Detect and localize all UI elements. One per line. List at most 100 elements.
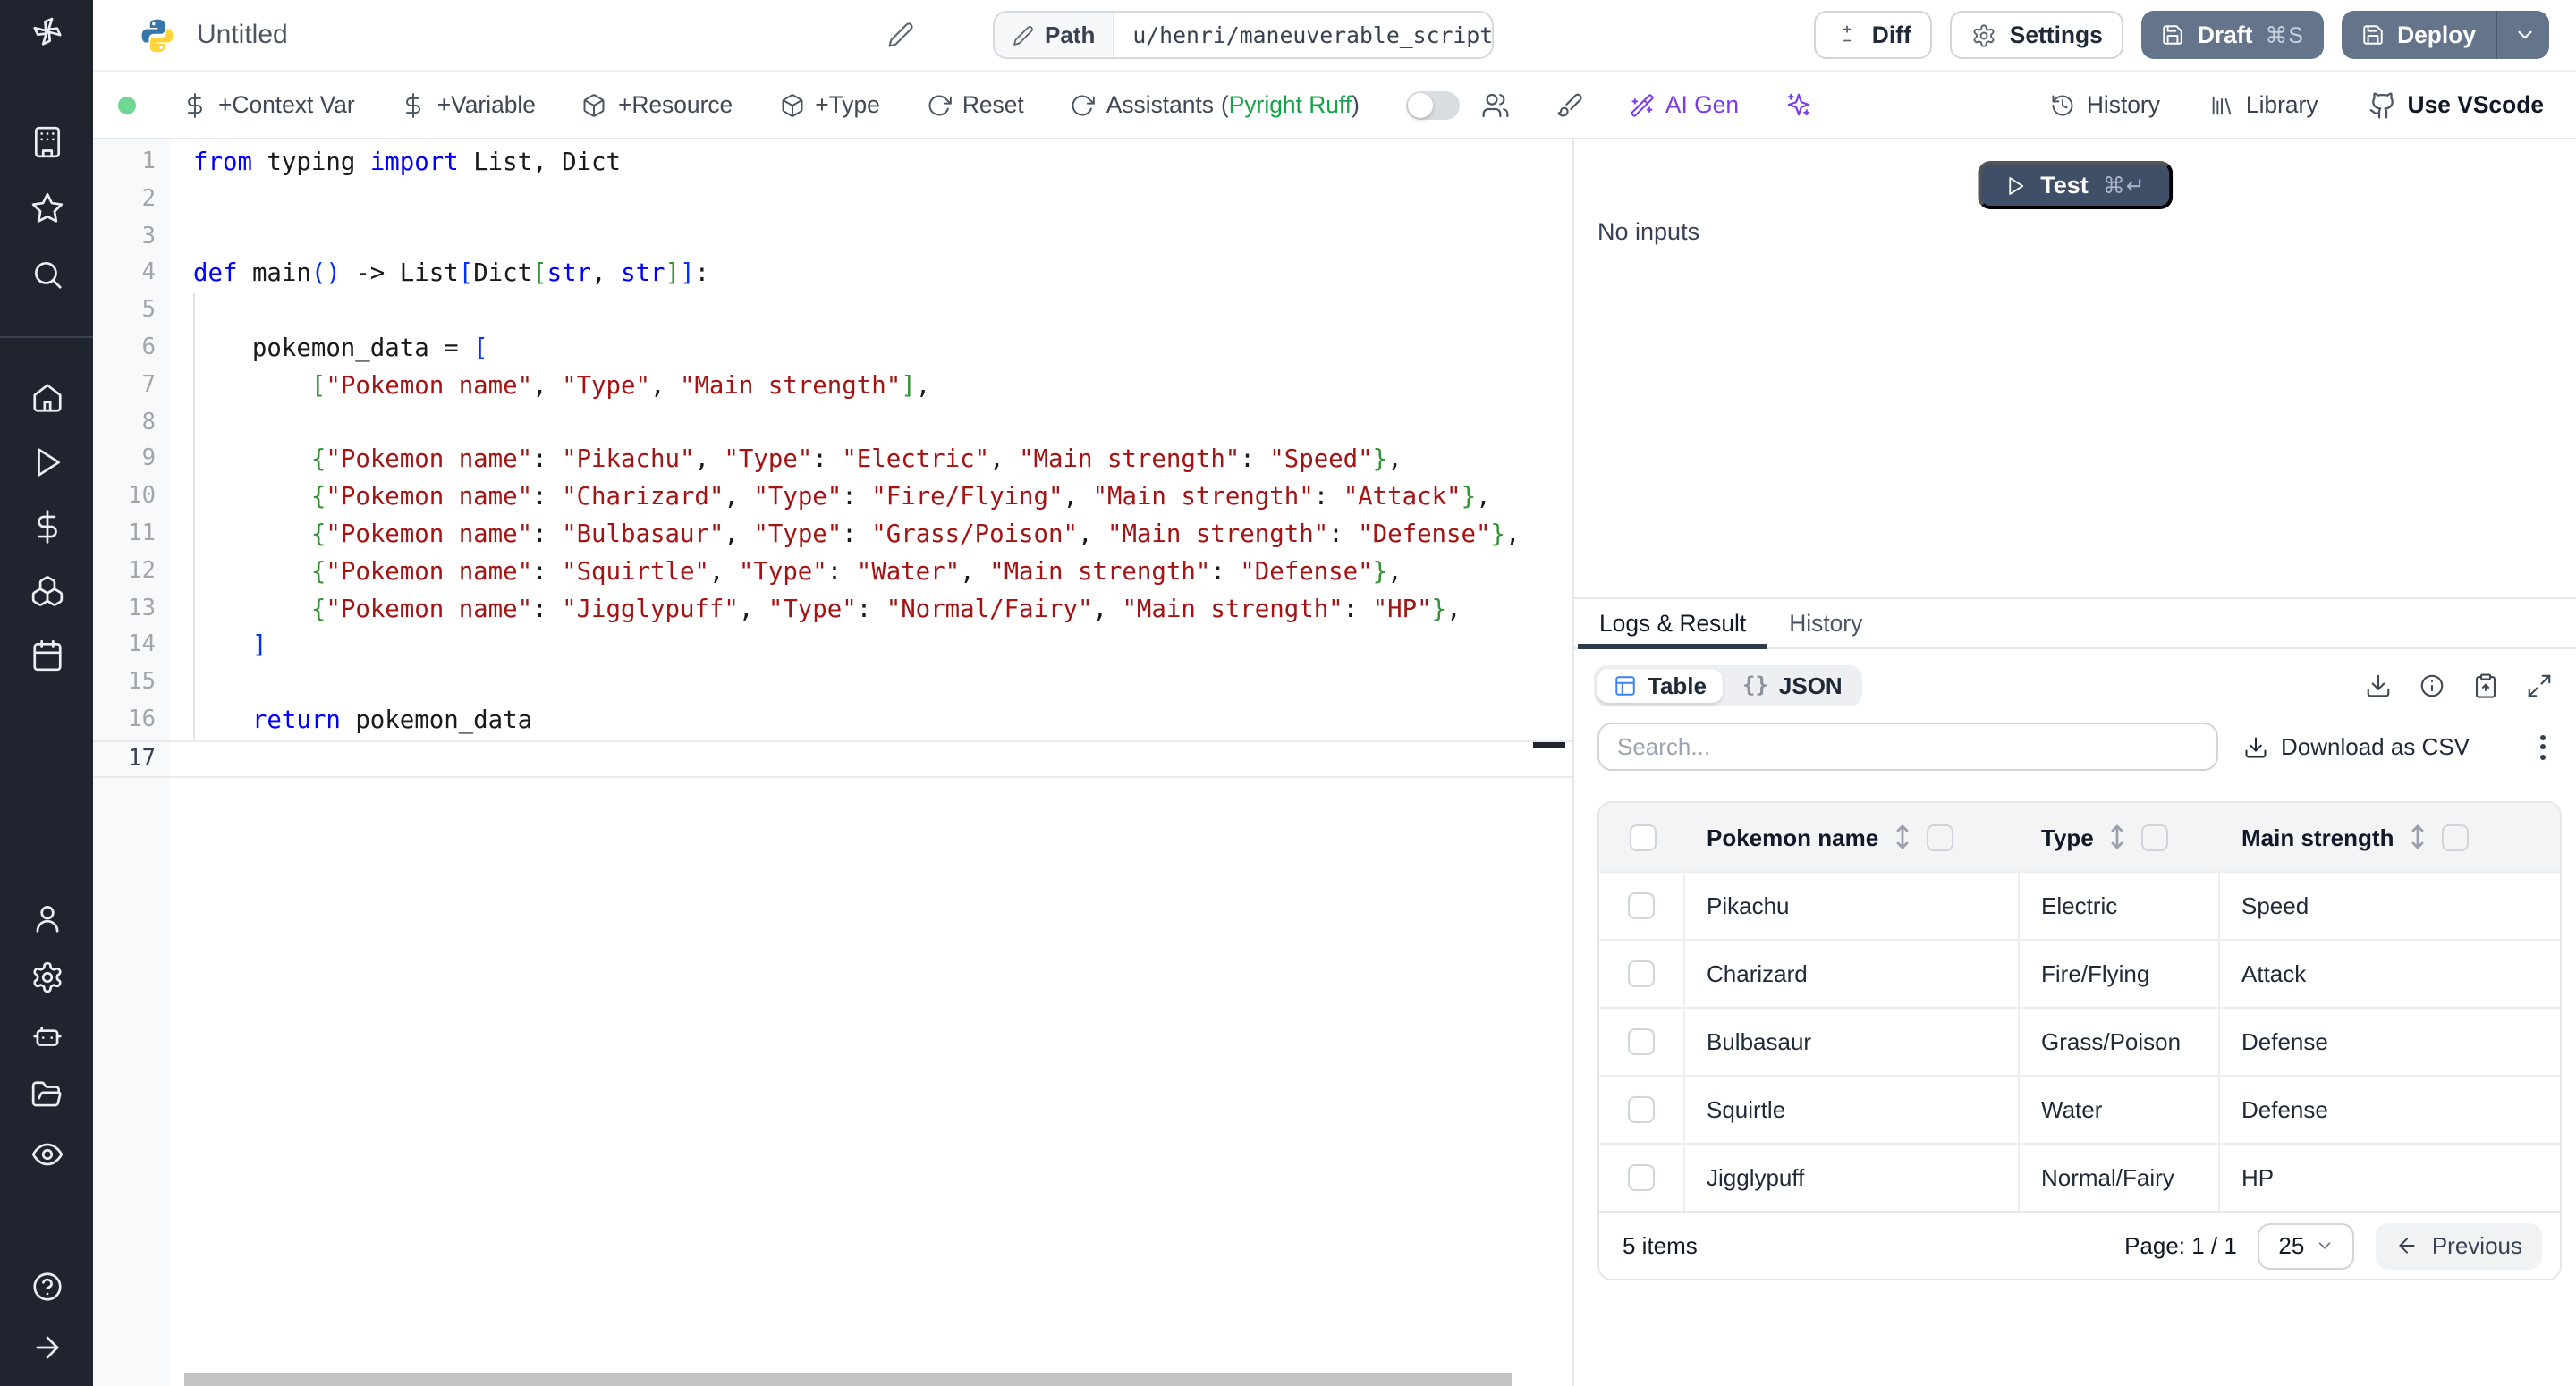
- code-line[interactable]: 3: [93, 219, 1572, 257]
- script-path-field[interactable]: Path u/henri/maneuverable_script: [993, 11, 1494, 59]
- column-filter-box[interactable]: [2142, 824, 2169, 850]
- code-line[interactable]: 5: [93, 293, 1572, 331]
- assistants-button[interactable]: Assistants (Pyright Ruff): [1071, 91, 1360, 118]
- code-line[interactable]: 4def main() -> List[Dict[str, str]]:: [93, 257, 1572, 294]
- multiplayer-toggle[interactable]: [1406, 90, 1460, 119]
- schedules-calendar-icon[interactable]: [30, 638, 64, 672]
- select-all-checkbox[interactable]: [1629, 824, 1656, 850]
- sort-arrows-icon[interactable]: [1893, 824, 1912, 849]
- row-checkbox[interactable]: [1628, 1096, 1655, 1123]
- code-line[interactable]: 15: [93, 665, 1572, 703]
- info-icon[interactable]: [2419, 672, 2445, 698]
- row-checkbox[interactable]: [1628, 1028, 1655, 1055]
- multiplayer-users-icon[interactable]: [1481, 90, 1510, 119]
- reset-button[interactable]: Reset: [927, 91, 1024, 118]
- folders-icon[interactable]: [30, 1078, 64, 1112]
- table-cell: Defense: [2220, 1077, 2560, 1143]
- tab-logs-result[interactable]: Logs & Result: [1578, 599, 1767, 647]
- search-input[interactable]: [1597, 723, 2218, 771]
- code-line[interactable]: 14 ]: [93, 629, 1572, 666]
- column-filter-box[interactable]: [1927, 824, 1953, 850]
- package-icon: [582, 92, 607, 117]
- path-pencil-icon: [1013, 24, 1034, 46]
- sort-arrows-icon[interactable]: [2408, 824, 2428, 849]
- expand-icon[interactable]: [2526, 672, 2553, 698]
- add-type-button[interactable]: +Type: [779, 91, 880, 118]
- code-line[interactable]: 2: [93, 182, 1572, 220]
- download-csv-button[interactable]: Download as CSV: [2243, 733, 2470, 760]
- resources-cubes-icon[interactable]: [30, 574, 64, 608]
- table-menu-kebab-icon[interactable]: [2533, 727, 2553, 766]
- sort-arrows-icon[interactable]: [2108, 824, 2128, 849]
- library-button[interactable]: Library: [2210, 91, 2318, 118]
- view-json-option[interactable]: {} JSON: [1726, 668, 1859, 702]
- row-checkbox[interactable]: [1628, 960, 1655, 987]
- code-line[interactable]: 16 return pokemon_data: [93, 703, 1572, 740]
- editor-toolbar: +Context Var +Variable +Resource +Type R…: [93, 72, 2576, 139]
- code-line[interactable]: 6 pokemon_data = [: [93, 331, 1572, 368]
- page-indicator: Page: 1 / 1: [2124, 1232, 2237, 1259]
- diff-button[interactable]: Diff: [1815, 11, 1933, 59]
- library-icon: [2210, 92, 2235, 117]
- previous-page-button[interactable]: Previous: [2377, 1222, 2542, 1269]
- page-size-select[interactable]: 25: [2258, 1222, 2355, 1269]
- add-context-var-button[interactable]: +Context Var: [182, 91, 355, 118]
- runs-play-icon[interactable]: [30, 445, 64, 479]
- variables-dollar-icon[interactable]: [30, 510, 64, 544]
- add-resource-button[interactable]: +Resource: [582, 91, 733, 118]
- column-filter-box[interactable]: [2442, 824, 2469, 850]
- draft-button[interactable]: Draft ⌘S: [2142, 11, 2324, 59]
- code-line[interactable]: 13 {"Pokemon name": "Jigglypuff", "Type"…: [93, 591, 1572, 629]
- workspace-icon[interactable]: [30, 125, 64, 159]
- view-table-option[interactable]: Table: [1597, 668, 1723, 702]
- code-line[interactable]: 10 {"Pokemon name": "Charizard", "Type":…: [93, 479, 1572, 517]
- user-icon[interactable]: [30, 901, 64, 935]
- collapse-arrow-icon[interactable]: [30, 1331, 64, 1365]
- add-variable-button[interactable]: +Variable: [402, 91, 536, 118]
- code-line[interactable]: 1from typing import List, Dict: [93, 145, 1572, 182]
- table-cell: Water: [2020, 1077, 2220, 1143]
- settings-gear-icon[interactable]: [30, 960, 64, 994]
- history-clock-icon: [2051, 92, 2076, 117]
- line-number: 10: [93, 479, 156, 517]
- home-icon[interactable]: [30, 381, 64, 415]
- deploy-dropdown-chevron-icon[interactable]: [2513, 23, 2537, 46]
- table-cell: Pikachu: [1685, 873, 2020, 939]
- search-icon[interactable]: [30, 258, 64, 292]
- format-brush-icon[interactable]: [1556, 91, 1583, 118]
- code-line[interactable]: 17: [93, 740, 1572, 778]
- result-table: Pokemon nameTypeMain strength PikachuEle…: [1597, 801, 2562, 1280]
- use-vscode-button[interactable]: Use VScode: [2368, 90, 2544, 119]
- audit-eye-icon[interactable]: [30, 1137, 64, 1171]
- history-button[interactable]: History: [2051, 91, 2160, 118]
- row-checkbox[interactable]: [1628, 892, 1655, 919]
- sparkles-icon[interactable]: [1785, 91, 1812, 118]
- ai-gen-button[interactable]: AI Gen: [1630, 91, 1739, 118]
- ai-robot-icon[interactable]: [30, 1019, 64, 1053]
- result-view-controls: Table {} JSON: [1594, 663, 2553, 706]
- code-line[interactable]: 8: [93, 405, 1572, 443]
- test-button[interactable]: Test ⌘↵: [1978, 161, 2173, 209]
- code-line[interactable]: 9 {"Pokemon name": "Pikachu", "Type": "E…: [93, 443, 1572, 480]
- settings-button[interactable]: Settings: [1951, 11, 2124, 59]
- tab-history[interactable]: History: [1767, 599, 1884, 647]
- code-line[interactable]: 12 {"Pokemon name": "Squirtle", "Type": …: [93, 554, 1572, 592]
- favorites-star-icon[interactable]: [30, 191, 64, 225]
- code-line[interactable]: 7 ["Pokemon name", "Type", "Main strengt…: [93, 368, 1572, 406]
- download-result-icon[interactable]: [2365, 672, 2392, 698]
- table-cell: Defense: [2220, 1009, 2560, 1075]
- copy-result-icon[interactable]: [2472, 672, 2499, 698]
- row-checkbox[interactable]: [1628, 1164, 1655, 1191]
- windmill-logo[interactable]: [0, 14, 93, 48]
- help-icon[interactable]: [30, 1270, 64, 1304]
- save-icon: [2361, 23, 2385, 46]
- path-value[interactable]: u/henri/maneuverable_script: [1114, 13, 1494, 57]
- line-number: 2: [93, 182, 156, 220]
- line-number: 8: [93, 405, 156, 443]
- code-editor[interactable]: 1from typing import List, Dict234def mai…: [93, 139, 1574, 1386]
- edit-summary-pencil-icon[interactable]: [887, 21, 914, 48]
- horizontal-scrollbar[interactable]: [184, 1373, 1512, 1386]
- code-line[interactable]: 11 {"Pokemon name": "Bulbasaur", "Type":…: [93, 517, 1572, 554]
- deploy-button[interactable]: Deploy: [2342, 11, 2549, 59]
- package-icon: [779, 92, 804, 117]
